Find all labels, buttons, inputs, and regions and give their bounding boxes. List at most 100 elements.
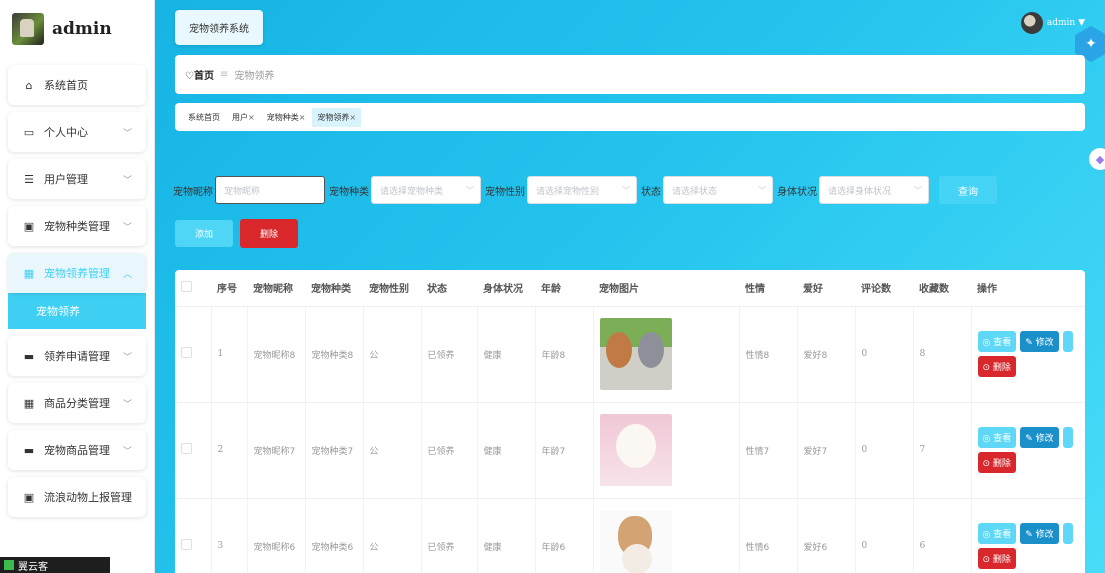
delete-button[interactable]: ⊙ 删除 — [977, 452, 1016, 473]
tab-label: 用户 — [232, 112, 248, 122]
cell-favorites: 7 — [913, 402, 972, 499]
sidebar-item-personal[interactable]: ▭ 个人中心 ﹀ — [8, 112, 146, 152]
user-menu[interactable]: admin ▼ — [1020, 12, 1085, 34]
breadcrumb-current: 宠物领养 — [234, 71, 275, 82]
taskbar[interactable]: 翼云客 — [0, 557, 110, 573]
chevron-down-icon: ﹀ — [622, 185, 630, 195]
column-header: 爱好 — [797, 270, 855, 307]
cell-gender: 公 — [363, 498, 422, 573]
close-icon[interactable]: × — [248, 113, 255, 122]
delete-button[interactable]: ⊙ 删除 — [977, 548, 1016, 569]
tab-home[interactable]: 系统首页 — [183, 108, 225, 127]
brand: admin — [0, 0, 154, 58]
sidebar: admin ⌂ 系统首页 ▭ 个人中心 ﹀ ☰ 用户管理 ﹀ ▣ 宠物种类管理 … — [0, 0, 155, 573]
sidebar-item-users[interactable]: ☰ 用户管理 ﹀ — [8, 159, 146, 199]
chevron-down-icon: ﹀ — [914, 185, 922, 195]
tab-label: 系统首页 — [188, 112, 220, 122]
status-placeholder: 请选择状态 — [672, 186, 718, 197]
row-checkbox[interactable] — [181, 347, 192, 358]
nickname-input[interactable]: 宠物昵称 — [215, 176, 325, 204]
grid-icon: ▦ — [23, 396, 35, 410]
sidebar-item-label: 宠物领养管理 — [44, 267, 110, 280]
breadcrumb-home[interactable]: ♡首页 — [185, 67, 214, 82]
more-button[interactable] — [1062, 523, 1073, 544]
cell-no: 3 — [211, 498, 248, 573]
cell-image — [593, 498, 740, 573]
float-widget-icon[interactable]: ◆ — [1089, 148, 1105, 170]
pet-image[interactable] — [599, 414, 672, 486]
column-header: 操作 — [971, 270, 1085, 307]
cell-no: 1 — [211, 306, 248, 403]
close-icon[interactable]: × — [349, 113, 356, 122]
pet-image[interactable] — [599, 318, 672, 390]
search-form: 宠物昵称 宠物昵称 宠物种类 请选择宠物种类 ﹀ 宠物性别 请选择宠物性别 ﹀ 状态… — [173, 176, 997, 204]
health-select[interactable]: 请选择身体状况 ﹀ — [819, 176, 929, 204]
cell-image — [593, 306, 740, 403]
select-all-checkbox[interactable] — [181, 280, 192, 292]
view-button[interactable]: ◎ 查看 — [977, 427, 1017, 448]
system-title-tag[interactable]: 宠物领养系统 — [175, 10, 263, 45]
tab-label: 宠物领养 — [317, 112, 350, 122]
column-header: 宠物图片 — [593, 270, 739, 307]
data-table: 序号 宠物昵称 宠物种类 宠物性别 状态 身体状况 年龄 宠物图片 性情 爱好 … — [175, 270, 1085, 573]
submenu-pet-adoption[interactable]: 宠物领养 — [8, 293, 146, 329]
cell-age: 年龄8 — [535, 306, 594, 403]
edit-button[interactable]: ✎ 修改 — [1020, 331, 1059, 352]
cell-type: 宠物种类6 — [305, 498, 364, 573]
table-row: 1 宠物昵称8 宠物种类8 公 已领养 健康 年龄8 性情8 爱好8 0 8 ◎… — [175, 306, 1085, 403]
row-checkbox[interactable] — [181, 443, 192, 454]
brand-title: admin — [52, 19, 112, 39]
cell-favorites: 8 — [913, 306, 972, 403]
delete-button[interactable]: ⊙ 删除 — [977, 356, 1016, 377]
cell-gender: 公 — [363, 402, 422, 499]
status-select[interactable]: 请选择状态 ﹀ — [663, 176, 773, 204]
cell-actions: ◎ 查看 ✎ 修改 ⊙ 删除 — [971, 402, 1085, 499]
chevron-down-icon: ﹀ — [758, 185, 766, 195]
table-row: 3 宠物昵称6 宠物种类6 公 已领养 健康 年龄6 性情6 爱好6 0 6 ◎… — [175, 498, 1085, 573]
column-header: 宠物昵称 — [247, 270, 305, 307]
table-row: 2 宠物昵称7 宠物种类7 公 已领养 健康 年龄7 性情7 爱好7 0 7 ◎… — [175, 402, 1085, 499]
more-button[interactable] — [1062, 427, 1073, 448]
edit-button[interactable]: ✎ 修改 — [1020, 427, 1059, 448]
chevron-down-icon: ﹀ — [122, 222, 132, 233]
sidebar-item-pet-adoption[interactable]: ▦ 宠物领养管理 ︿ — [8, 253, 146, 293]
sidebar-item-pet-types[interactable]: ▣ 宠物种类管理 ﹀ — [8, 206, 146, 246]
row-checkbox[interactable] — [181, 539, 192, 550]
health-placeholder: 请选择身体状况 — [828, 186, 892, 197]
status-label: 状态 — [641, 186, 661, 198]
close-icon[interactable]: × — [299, 113, 306, 122]
tab-users[interactable]: 用户× — [227, 108, 260, 127]
cell-actions: ◎ 查看 ✎ 修改 ⊙ 删除 — [971, 306, 1085, 403]
monitor-icon: ▬ — [23, 349, 35, 363]
tab-pet-adoption[interactable]: 宠物领养× — [312, 107, 362, 127]
nickname-placeholder: 宠物昵称 — [224, 186, 261, 197]
cell-comments: 0 — [855, 498, 914, 573]
edit-button[interactable]: ✎ 修改 — [1020, 523, 1059, 544]
cell-health: 健康 — [477, 498, 536, 573]
tab-pet-types[interactable]: 宠物种类× — [262, 108, 311, 127]
pet-image[interactable] — [599, 510, 672, 573]
cell-nickname: 宠物昵称7 — [247, 402, 306, 499]
view-button[interactable]: ◎ 查看 — [977, 523, 1017, 544]
query-button[interactable]: 查询 — [939, 176, 997, 204]
type-select[interactable]: 请选择宠物种类 ﹀ — [371, 176, 481, 204]
sidebar-item-pet-goods[interactable]: ▬ 宠物商品管理 ﹀ — [8, 430, 146, 470]
sidebar-item-stray-reports[interactable]: ▣ 流浪动物上报管理 — [8, 477, 146, 517]
chevron-down-icon: ﹀ — [122, 446, 132, 457]
cell-hobby: 爱好7 — [797, 402, 856, 499]
breadcrumb: ♡首页 ≡ 宠物领养 — [175, 55, 1085, 94]
sidebar-item-applications[interactable]: ▬ 领养申请管理 ﹀ — [8, 336, 146, 376]
cell-no: 2 — [211, 402, 248, 499]
cell-type: 宠物种类7 — [305, 402, 364, 499]
gender-select[interactable]: 请选择宠物性别 ﹀ — [527, 176, 637, 204]
chevron-down-icon: ﹀ — [122, 128, 132, 139]
cell-status: 已领养 — [421, 402, 478, 499]
sidebar-item-label: 个人中心 — [44, 126, 88, 139]
sidebar-item-home[interactable]: ⌂ 系统首页 — [8, 65, 146, 105]
view-button[interactable]: ◎ 查看 — [977, 331, 1017, 352]
grid-icon: ▦ — [23, 266, 35, 280]
more-button[interactable] — [1062, 331, 1073, 352]
sidebar-item-goods-categories[interactable]: ▦ 商品分类管理 ﹀ — [8, 383, 146, 423]
batch-delete-button[interactable]: 删除 — [240, 219, 298, 248]
add-button[interactable]: 添加 — [175, 220, 233, 247]
